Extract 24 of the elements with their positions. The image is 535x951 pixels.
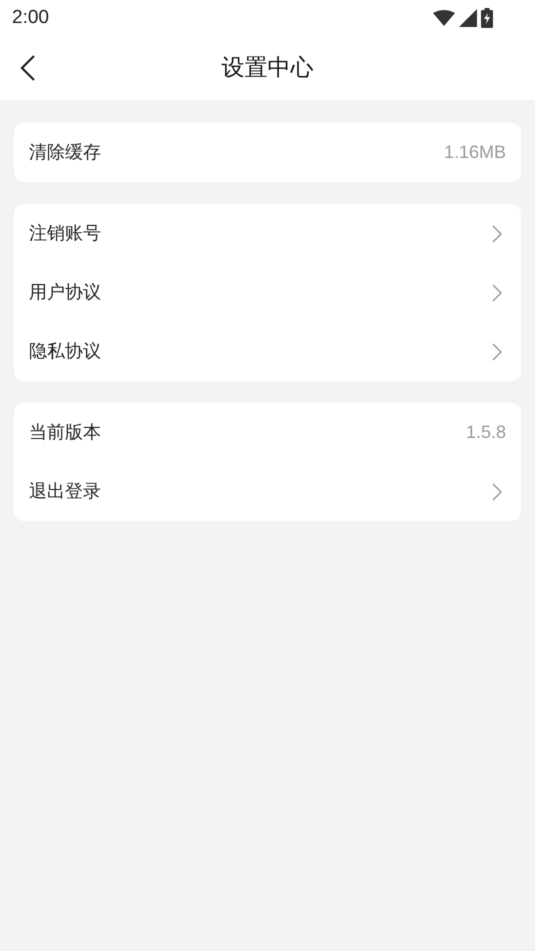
row-label: 当前版本 bbox=[29, 421, 101, 445]
signal-icon bbox=[459, 9, 477, 27]
row-value: 1.5.8 bbox=[466, 421, 506, 444]
settings-row[interactable]: 注销账号 bbox=[14, 204, 521, 263]
settings-row[interactable]: 退出登录 bbox=[14, 462, 521, 521]
status-time: 2:00 bbox=[12, 6, 49, 30]
row-label: 注销账号 bbox=[29, 222, 101, 246]
row-value: 1.16MB bbox=[444, 141, 506, 164]
chevron-right-icon bbox=[492, 482, 502, 500]
wifi-icon bbox=[433, 10, 455, 26]
settings-row[interactable]: 隐私协议 bbox=[14, 322, 521, 381]
chevron-right-icon bbox=[492, 342, 502, 360]
settings-row[interactable]: 用户协议 bbox=[14, 263, 521, 322]
settings-row[interactable]: 当前版本 1.5.8 bbox=[14, 403, 521, 462]
chevron-right-icon bbox=[492, 224, 502, 242]
row-label: 隐私协议 bbox=[29, 340, 101, 364]
row-label: 用户协议 bbox=[29, 281, 101, 305]
chevron-right-icon bbox=[492, 284, 502, 302]
battery-icon bbox=[481, 8, 493, 28]
settings-row[interactable]: 清除缓存 1.16MB bbox=[14, 123, 521, 182]
page-title: 设置中心 bbox=[222, 54, 314, 83]
back-button[interactable] bbox=[20, 54, 36, 82]
row-label: 退出登录 bbox=[29, 480, 101, 504]
row-label: 清除缓存 bbox=[29, 141, 101, 165]
